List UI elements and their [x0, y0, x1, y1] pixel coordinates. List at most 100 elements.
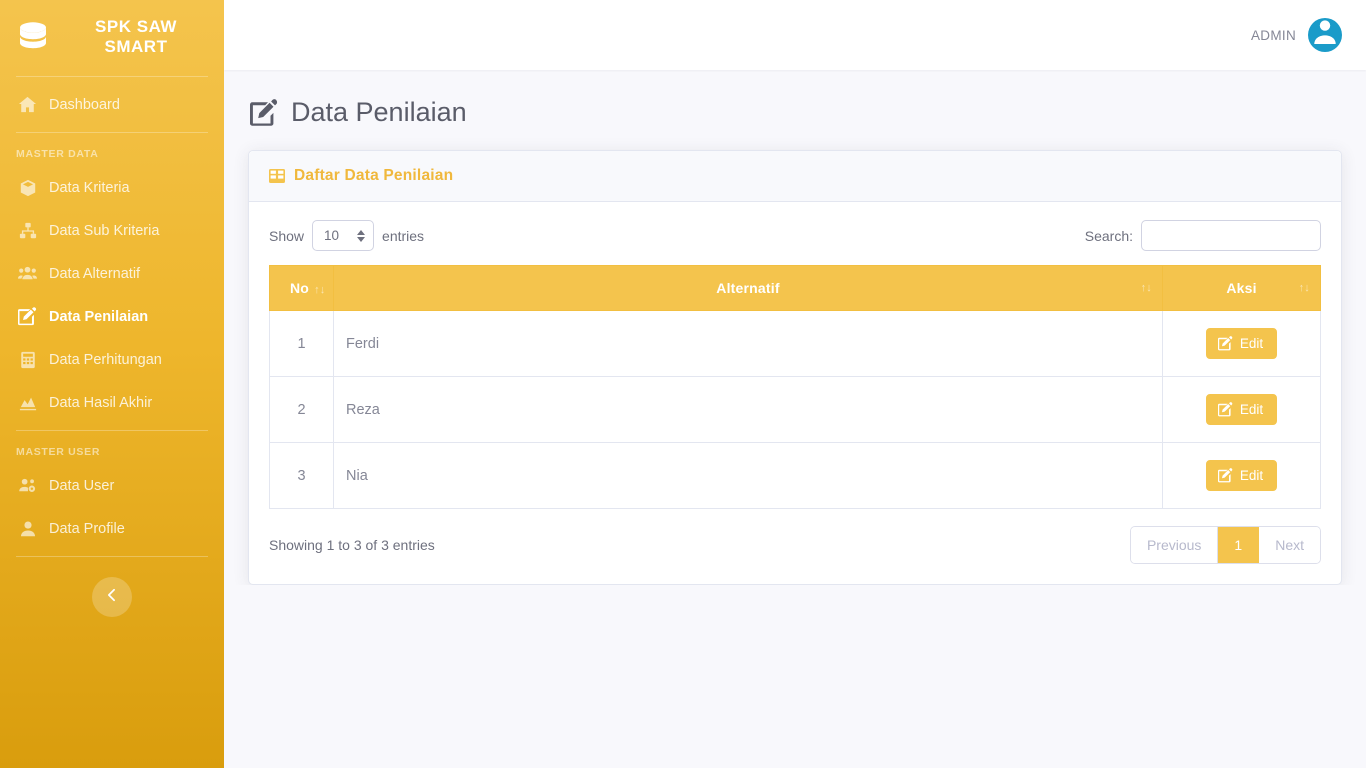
- sidebar-divider-master-data: [16, 430, 208, 431]
- sort-updown-icon: ↑↓: [314, 284, 326, 296]
- sitemap-icon: [18, 221, 37, 240]
- page-length-control: Show 10 entries: [269, 220, 424, 251]
- sort-updown-icon: ↑↓: [1140, 282, 1152, 294]
- sidebar-item-data-profile[interactable]: Data Profile: [0, 507, 224, 550]
- edit-button-label: Edit: [1239, 402, 1264, 417]
- edit-button[interactable]: Edit: [1205, 328, 1278, 359]
- cell-aksi: Edit: [1162, 310, 1321, 377]
- cell-aksi: Edit: [1162, 376, 1321, 443]
- cell-alternatif: Reza: [333, 376, 1163, 443]
- edit-button[interactable]: Edit: [1205, 394, 1278, 425]
- sidebar-heading-master-user: MASTER USER: [16, 446, 101, 458]
- datatable-controls: Show 10 entries Search:: [269, 220, 1321, 251]
- stepper-arrows-icon: [357, 229, 366, 242]
- table-row: 1 Ferdi Edit: [269, 310, 1321, 377]
- column-label: No: [290, 280, 310, 296]
- cell-alternatif: Nia: [333, 442, 1163, 509]
- sidebar-item-data-hasil-akhir[interactable]: Data Hasil Akhir: [0, 381, 224, 424]
- sidebar-toggle-button[interactable]: [92, 577, 132, 617]
- content-area: Data Penilaian Daftar Data Penilaian Sho…: [224, 70, 1366, 585]
- entries-label: entries: [382, 227, 425, 244]
- brand-title: SPK SAW SMART: [95, 17, 177, 56]
- app-root: SPK SAW SMART Dashboard MASTER DATA Data…: [0, 0, 1366, 768]
- cell-aksi: Edit: [1162, 442, 1321, 509]
- card-header-title: Daftar Data Penilaian: [294, 167, 454, 184]
- brand[interactable]: SPK SAW SMART: [0, 0, 224, 70]
- database-icon: [14, 18, 52, 56]
- edit-square-icon: [250, 98, 278, 127]
- chevron-left-icon: [105, 588, 119, 606]
- avatar[interactable]: [1308, 18, 1342, 52]
- sidebar-item-label: Data Profile: [49, 520, 125, 537]
- pagination: Previous 1 Next: [1129, 526, 1321, 564]
- data-card: Daftar Data Penilaian Show 10 entries Se…: [248, 150, 1342, 585]
- search-input[interactable]: [1141, 220, 1321, 251]
- search-control: Search:: [1085, 220, 1321, 251]
- sidebar-item-dashboard[interactable]: Dashboard: [0, 83, 224, 126]
- table-icon: [269, 168, 285, 184]
- home-icon: [18, 95, 37, 114]
- table-body: 1 Ferdi Edit 2 Reza Edit 3 Nia Edit: [269, 310, 1321, 509]
- column-label: Aksi: [1226, 280, 1257, 296]
- column-header-alternatif[interactable]: Alternatif ↑↓: [333, 265, 1163, 311]
- table-header-row: No ↑↓ Alternatif ↑↓ Aksi ↑↓: [269, 265, 1321, 311]
- users-icon: [18, 264, 37, 283]
- sidebar-item-label: Data Perhitungan: [49, 351, 162, 368]
- table-row: 2 Reza Edit: [269, 376, 1321, 443]
- search-label: Search:: [1084, 227, 1133, 244]
- sidebar-item-label: Data Kriteria: [49, 179, 130, 196]
- card-body: Show 10 entries Search: No ↑↓ Alternatif…: [249, 202, 1341, 584]
- pagination-next[interactable]: Next: [1259, 527, 1320, 563]
- sidebar-divider-top: [16, 76, 208, 77]
- page-length-select[interactable]: 10: [312, 220, 375, 251]
- box-icon: [18, 178, 37, 197]
- datatable-footer: Showing 1 to 3 of 3 entries Previous 1 N…: [269, 526, 1321, 564]
- edit-button[interactable]: Edit: [1205, 460, 1278, 491]
- sidebar-item-data-alternatif[interactable]: Data Alternatif: [0, 252, 224, 295]
- datatable-info: Showing 1 to 3 of 3 entries: [269, 537, 435, 553]
- pagination-page-1[interactable]: 1: [1218, 527, 1260, 563]
- user-icon: [18, 519, 37, 538]
- main-region: ADMIN Data Penilaian Daftar Data Penilai…: [224, 0, 1366, 768]
- edit-button-label: Edit: [1239, 468, 1264, 483]
- sidebar-item-label: Dashboard: [49, 96, 120, 113]
- sidebar-item-data-kriteria[interactable]: Data Kriteria: [0, 166, 224, 209]
- edit-square-icon: [1217, 336, 1233, 351]
- column-label: Alternatif: [716, 280, 780, 296]
- sidebar-divider-bottom: [16, 556, 208, 557]
- sidebar-item-label: Data Alternatif: [49, 265, 141, 282]
- user-avatar-icon: [1308, 18, 1342, 52]
- edit-square-icon: [18, 307, 37, 326]
- calculator-icon: [18, 350, 37, 369]
- sidebar-item-data-sub-kriteria[interactable]: Data Sub Kriteria: [0, 209, 224, 252]
- topbar: ADMIN: [224, 0, 1366, 70]
- users-cog-icon: [18, 476, 37, 495]
- topbar-username: ADMIN: [1251, 27, 1296, 43]
- sidebar-item-data-user[interactable]: Data User: [0, 464, 224, 507]
- penilaian-table: No ↑↓ Alternatif ↑↓ Aksi ↑↓ 1 Ferdi Edit…: [269, 265, 1321, 509]
- cell-no: 3: [269, 442, 334, 509]
- edit-button-label: Edit: [1239, 336, 1264, 351]
- sidebar-item-data-penilaian[interactable]: Data Penilaian: [0, 295, 224, 338]
- sidebar-item-label: Data User: [49, 477, 115, 494]
- sidebar-divider-dashboard: [16, 132, 208, 133]
- sort-updown-icon: ↑↓: [1298, 282, 1310, 294]
- page-length-value: 10: [324, 228, 340, 243]
- table-head: No ↑↓ Alternatif ↑↓ Aksi ↑↓: [269, 265, 1321, 311]
- chart-area-icon: [18, 393, 37, 412]
- show-label: Show: [269, 227, 305, 244]
- sidebar-item-label: Data Hasil Akhir: [49, 394, 153, 411]
- sidebar-item-data-perhitungan[interactable]: Data Perhitungan: [0, 338, 224, 381]
- cell-alternatif: Ferdi: [333, 310, 1163, 377]
- column-header-no[interactable]: No ↑↓: [269, 265, 334, 311]
- sidebar-item-label: Data Penilaian: [49, 308, 149, 325]
- edit-square-icon: [1217, 468, 1233, 483]
- table-row: 3 Nia Edit: [269, 442, 1321, 509]
- pagination-previous[interactable]: Previous: [1130, 527, 1219, 563]
- column-header-aksi[interactable]: Aksi ↑↓: [1162, 265, 1321, 311]
- collapse-wrap: [0, 563, 224, 617]
- sidebar-heading-master-data: MASTER DATA: [16, 148, 99, 160]
- page-title: Data Penilaian: [250, 97, 1342, 128]
- sidebar: SPK SAW SMART Dashboard MASTER DATA Data…: [0, 0, 224, 768]
- card-header: Daftar Data Penilaian: [249, 151, 1341, 202]
